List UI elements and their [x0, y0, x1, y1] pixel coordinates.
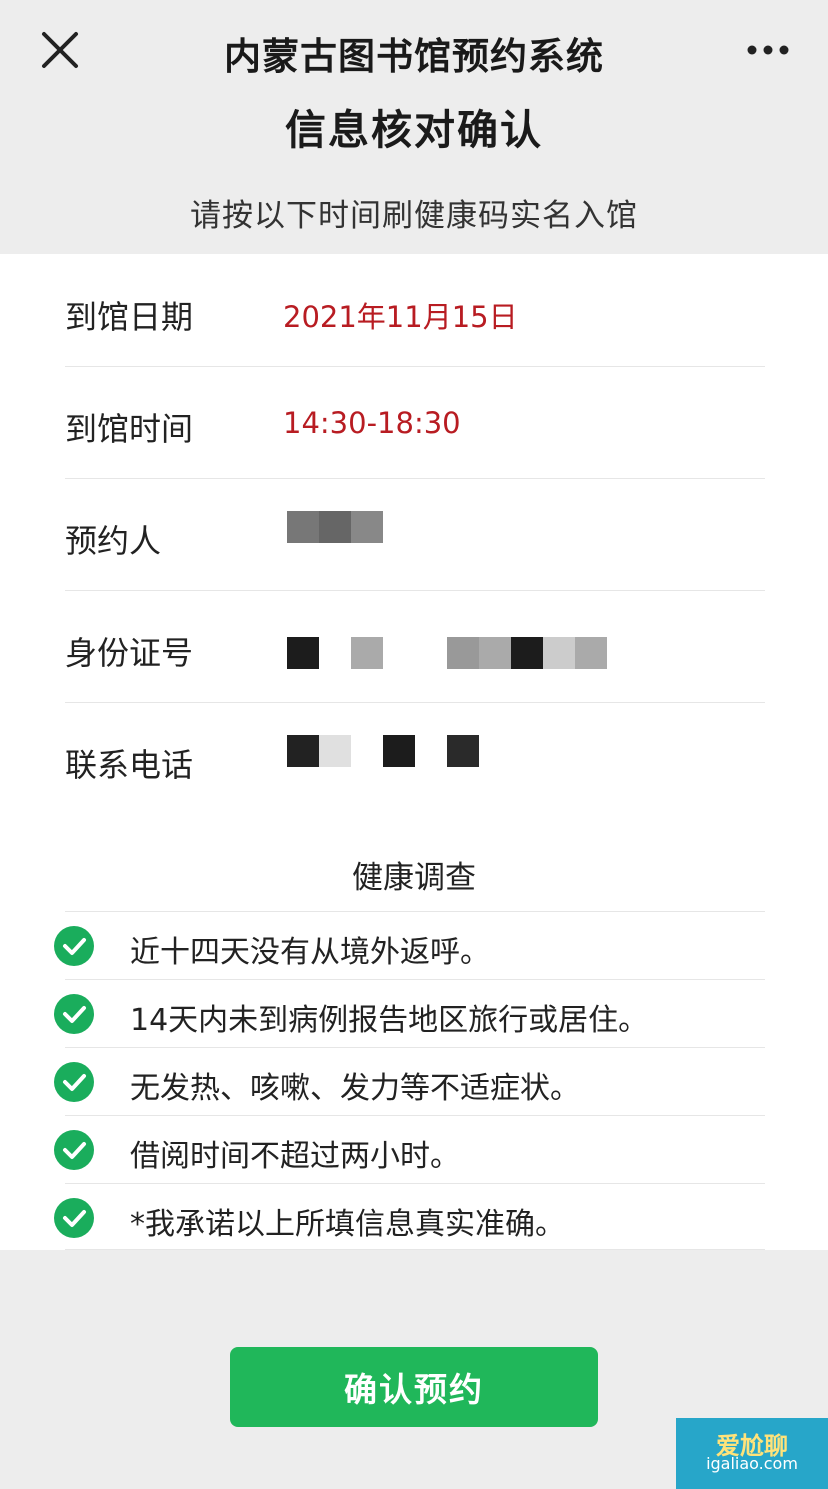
navigation-bar: 内蒙古图书馆预约系统	[0, 0, 828, 100]
date-value: 2021年11月15日	[283, 300, 518, 334]
reservation-card: 到馆日期 2021年11月15日 到馆时间 14:30-18:30 预约人 身份…	[0, 254, 828, 1250]
survey-item-text: 近十四天没有从境外返呼。	[130, 935, 490, 970]
info-row-phone: 联系电话	[65, 702, 765, 814]
date-label: 到馆日期	[65, 298, 194, 336]
survey-title: 健康调查	[352, 860, 476, 896]
info-row-name: 预约人	[65, 478, 765, 591]
time-label: 到馆时间	[65, 410, 194, 448]
page-subtitle: 请按以下时间刷健康码实名入馆	[190, 198, 638, 234]
time-value: 14:30-18:30	[283, 406, 461, 440]
survey-item: *我承诺以上所填信息真实准确。	[0, 1184, 828, 1252]
checkmark-icon[interactable]	[54, 926, 94, 966]
info-row-date: 到馆日期 2021年11月15日	[65, 254, 765, 367]
checkmark-icon[interactable]	[54, 1198, 94, 1238]
more-icon[interactable]	[744, 40, 792, 60]
name-label: 预约人	[65, 522, 162, 560]
survey-item: 借阅时间不超过两小时。	[0, 1116, 828, 1184]
checkmark-icon[interactable]	[54, 1130, 94, 1170]
survey-item: 无发热、咳嗽、发力等不适症状。	[0, 1048, 828, 1116]
nav-title: 内蒙古图书馆预约系统	[224, 35, 604, 78]
checkmark-icon[interactable]	[54, 1062, 94, 1102]
survey-item: 14天内未到病例报告地区旅行或居住。	[0, 980, 828, 1048]
watermark-logo: 爱尬聊 igaliao.com	[676, 1418, 828, 1489]
confirm-reservation-button[interactable]: 确认预约	[230, 1347, 598, 1427]
info-row-time: 到馆时间 14:30-18:30	[65, 366, 765, 479]
watermark-url: igaliao.com	[706, 1454, 798, 1473]
survey-item-text: *我承诺以上所填信息真实准确。	[130, 1207, 565, 1242]
id-label: 身份证号	[65, 634, 194, 672]
survey-item: 近十四天没有从境外返呼。	[0, 912, 828, 980]
survey-item-text: 借阅时间不超过两小时。	[130, 1139, 460, 1174]
phone-label: 联系电话	[65, 746, 194, 784]
survey-item-text: 无发热、咳嗽、发力等不适症状。	[130, 1071, 580, 1106]
checkmark-icon[interactable]	[54, 994, 94, 1034]
divider	[65, 1249, 765, 1250]
info-row-id: 身份证号	[65, 590, 765, 703]
page-title: 信息核对确认	[285, 106, 543, 154]
survey-item-text: 14天内未到病例报告地区旅行或居住。	[130, 1003, 649, 1038]
